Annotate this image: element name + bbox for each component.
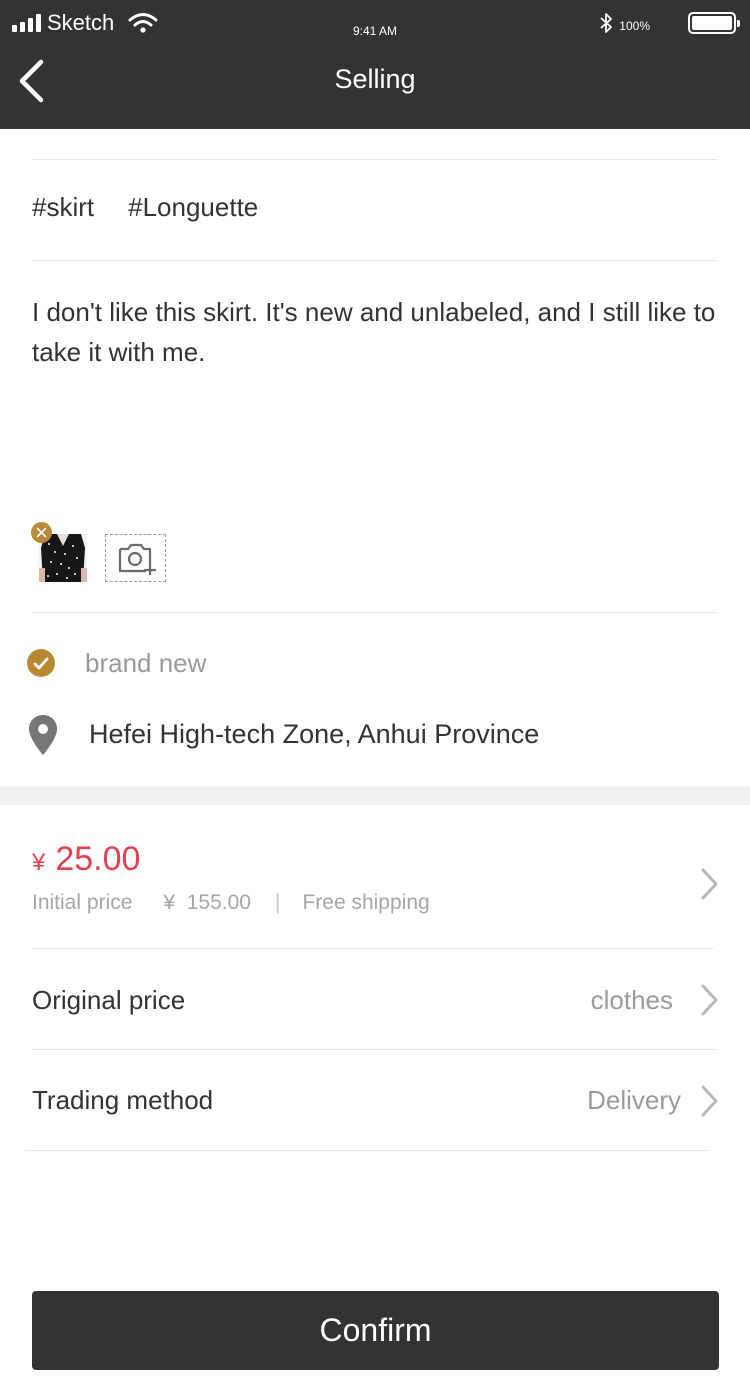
top-bar: Sketch 9:41 AM 100% Selling (0, 0, 750, 129)
initial-price-label: Initial price (32, 891, 133, 914)
price-details: Initial price ¥ 155.00 | Free shipping (32, 891, 430, 915)
camera-add-icon (118, 543, 156, 575)
bluetooth-icon (600, 13, 613, 33)
divider (25, 1150, 710, 1151)
battery-icon (688, 12, 740, 34)
initial-price-value: ¥ 155.00 (163, 891, 251, 914)
confirm-button[interactable]: Confirm (32, 1291, 719, 1370)
chevron-right-icon (701, 1085, 718, 1117)
row-label: Original price (32, 985, 186, 1015)
close-icon[interactable] (31, 522, 52, 543)
row-value: Delivery (587, 1085, 681, 1115)
divider (32, 612, 718, 613)
condition-label[interactable]: brand new (85, 648, 206, 679)
page-title: Selling (334, 64, 416, 94)
price-currency: ¥ (32, 849, 46, 876)
row-value: clothes (590, 985, 673, 1015)
price-display: ¥ 25.00 (32, 840, 140, 879)
section-separator (0, 786, 750, 805)
location-label[interactable]: Hefei High-tech Zone, Anhui Province (89, 719, 539, 750)
status-bar-right: 100% (599, 10, 740, 36)
chevron-right-icon (701, 868, 718, 900)
tag-item[interactable]: #Longuette (128, 192, 258, 223)
map-pin-icon (29, 715, 57, 755)
battery-percent: 100% (619, 19, 650, 33)
add-photo-button[interactable] (105, 534, 166, 582)
divider: | (274, 891, 281, 914)
divider (32, 260, 718, 261)
tag-list: #skirt #Longuette (32, 192, 258, 223)
description-text[interactable]: I don't like this skirt. It's new and un… (32, 292, 722, 372)
chevron-right-icon (701, 984, 718, 1016)
shipping-label: Free shipping (302, 891, 430, 914)
divider (32, 1049, 718, 1050)
tag-item[interactable]: #skirt (32, 192, 94, 223)
price-amount: 25.00 (55, 840, 141, 878)
check-circle-icon[interactable] (27, 649, 55, 677)
divider (32, 159, 718, 160)
row-label: Trading method (32, 1085, 214, 1115)
divider (32, 948, 714, 949)
